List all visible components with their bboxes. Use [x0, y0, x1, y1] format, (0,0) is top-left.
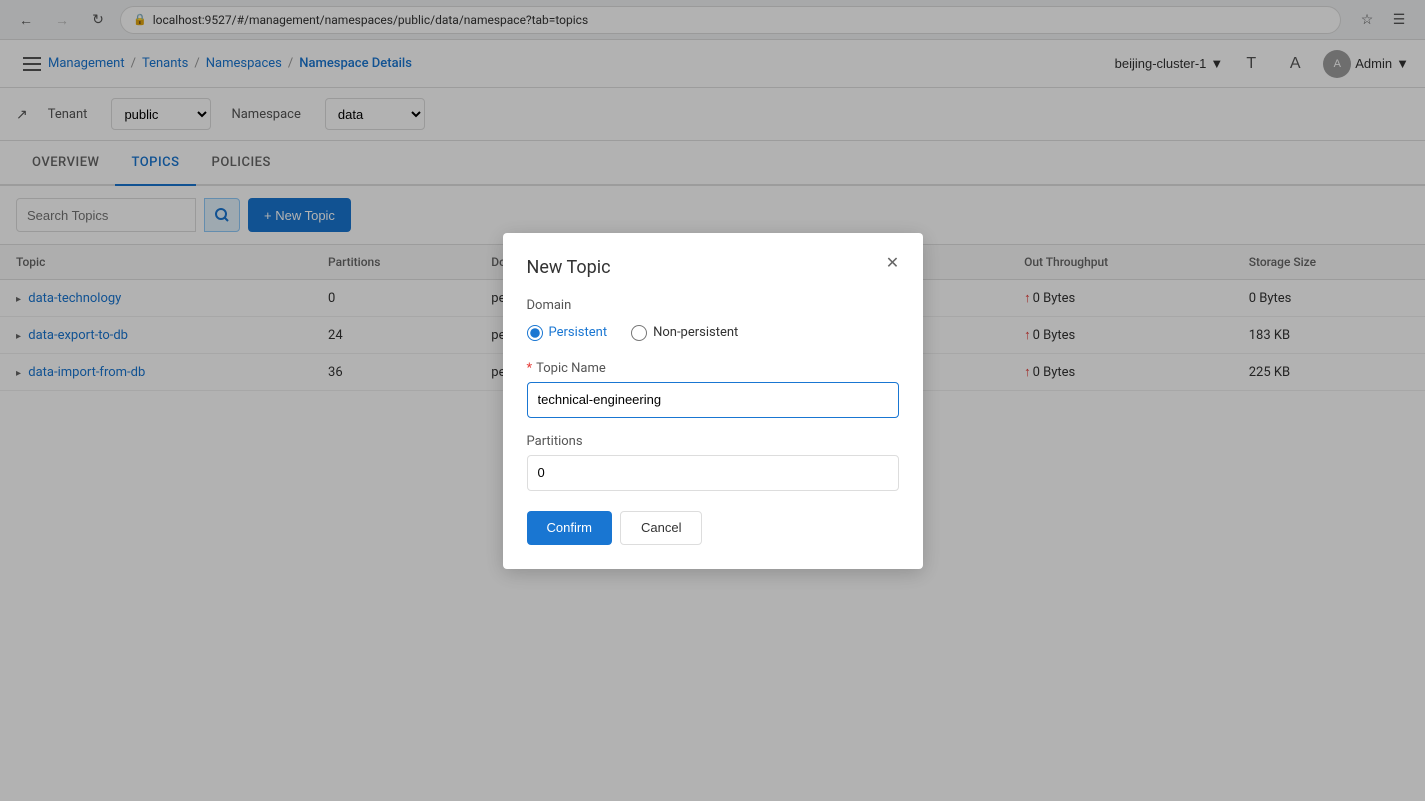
modal-close-button[interactable]: ✕ — [879, 249, 907, 277]
modal-actions: Confirm Cancel — [527, 511, 899, 545]
new-topic-modal: New Topic ✕ Domain Persistent Non-persis… — [503, 233, 923, 569]
cancel-button[interactable]: Cancel — [620, 511, 702, 545]
modal-title: New Topic — [527, 257, 899, 278]
persistent-radio[interactable] — [527, 325, 543, 341]
non-persistent-radio-option[interactable]: Non-persistent — [631, 325, 738, 341]
partitions-label-text: Partitions — [527, 434, 583, 449]
topic-name-field-label: * Topic Name — [527, 361, 899, 376]
persistent-radio-option[interactable]: Persistent — [527, 325, 608, 341]
modal-overlay[interactable]: New Topic ✕ Domain Persistent Non-persis… — [0, 0, 1425, 801]
confirm-button[interactable]: Confirm — [527, 511, 613, 545]
domain-label: Domain — [527, 298, 899, 313]
topic-name-required: * — [527, 361, 533, 376]
partitions-input[interactable] — [527, 455, 899, 491]
domain-radio-group: Persistent Non-persistent — [527, 325, 899, 341]
persistent-label: Persistent — [549, 325, 608, 340]
topic-name-input[interactable] — [527, 382, 899, 418]
non-persistent-label: Non-persistent — [653, 325, 738, 340]
partitions-field-label: Partitions — [527, 434, 899, 449]
topic-name-label-text: Topic Name — [536, 361, 606, 376]
non-persistent-radio[interactable] — [631, 325, 647, 341]
